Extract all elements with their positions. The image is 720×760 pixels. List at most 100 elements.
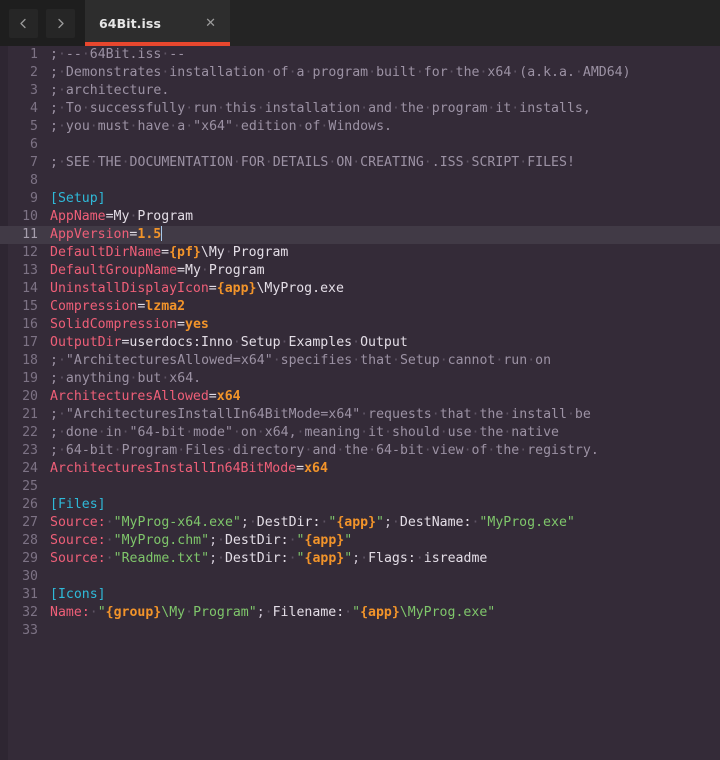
line-number: 22 — [22, 425, 38, 440]
line-number: 9 — [30, 191, 38, 206]
code-lines[interactable]: 1 ;·--·64Bit.iss·-- 2 ;·Demonstrates·instal… — [0, 46, 720, 760]
code-line[interactable]: 21 ;·"ArchitecturesInstallIn64BitMode=x64… — [0, 406, 720, 424]
line-source[interactable]: ;·Demonstrates·installation·of·a·program… — [38, 64, 720, 82]
code-line[interactable]: 15 Compression=lzma2 — [0, 298, 720, 316]
line-number: 27 — [22, 515, 38, 530]
line-number: 26 — [22, 497, 38, 512]
line-source[interactable]: [Files] — [38, 496, 720, 514]
code-line[interactable]: 18 ;·"ArchitecturesAllowed=x64"·specifies… — [0, 352, 720, 370]
line-number: 29 — [22, 551, 38, 566]
line-number: 1 — [30, 47, 38, 62]
line-source[interactable]: OutputDir=userdocs:Inno·Setup·Examples·O… — [38, 334, 720, 352]
code-line[interactable]: 22 ;·done·in·"64-bit·mode"·on·x64,·meanin… — [0, 424, 720, 442]
code-line[interactable]: 2 ;·Demonstrates·installation·of·a·progra… — [0, 64, 720, 82]
code-line[interactable]: 33 — [0, 622, 720, 640]
code-line[interactable]: 7 ;·SEE·THE·DOCUMENTATION·FOR·DETAILS·ON·… — [0, 154, 720, 172]
line-number: 30 — [22, 569, 38, 584]
code-line[interactable]: 11 AppVersion=1.5 — [0, 226, 720, 244]
line-number: 28 — [22, 533, 38, 548]
code-line[interactable]: 27 Source:·"MyProg-x64.exe";·DestDir:·"{a… — [0, 514, 720, 532]
code-line[interactable]: 20 ArchitecturesAllowed=x64 — [0, 388, 720, 406]
line-number: 5 — [30, 119, 38, 134]
code-line[interactable]: 19 ;·anything·but·x64. — [0, 370, 720, 388]
line-source[interactable]: Source:·"MyProg-x64.exe";·DestDir:·"{app… — [38, 514, 720, 532]
line-source[interactable]: ;·done·in·"64-bit·mode"·on·x64,·meaning·… — [38, 424, 720, 442]
line-source[interactable]: ;·64-bit·Program·Files·directory·and·the… — [38, 442, 720, 460]
line-number: 14 — [22, 281, 38, 296]
line-source[interactable] — [38, 478, 720, 496]
code-line[interactable]: 8 — [0, 172, 720, 190]
line-number: 19 — [22, 371, 38, 386]
line-number: 6 — [30, 137, 38, 152]
code-line[interactable]: 4 ;·To·successfully·run·this·installation… — [0, 100, 720, 118]
line-source[interactable]: ArchitecturesAllowed=x64 — [38, 388, 720, 406]
line-number: 16 — [22, 317, 38, 332]
tab-bar: 64Bit.iss ✕ — [0, 0, 720, 46]
navigation-buttons — [0, 0, 75, 46]
line-source[interactable]: ;·--·64Bit.iss·-- — [38, 46, 720, 64]
code-line[interactable]: 12 DefaultDirName={pf}\My·Program — [0, 244, 720, 262]
line-source[interactable]: ;·anything·but·x64. — [38, 370, 720, 388]
line-source[interactable]: Source:·"MyProg.chm";·DestDir:·"{app}" — [38, 532, 720, 550]
text-cursor — [160, 226, 162, 241]
line-source[interactable]: UninstallDisplayIcon={app}\MyProg.exe — [38, 280, 720, 298]
line-number: 2 — [30, 65, 38, 80]
line-source[interactable]: [Icons] — [38, 586, 720, 604]
back-button[interactable] — [9, 8, 38, 38]
line-source[interactable]: DefaultDirName={pf}\My·Program — [38, 244, 720, 262]
tab-bar-empty-area — [230, 0, 720, 46]
tab-64bit-iss[interactable]: 64Bit.iss ✕ — [85, 0, 230, 46]
line-number: 18 — [22, 353, 38, 368]
line-source[interactable] — [38, 622, 720, 640]
line-number: 11 — [22, 227, 38, 242]
line-source[interactable]: [Setup] — [38, 190, 720, 208]
line-number: 20 — [22, 389, 38, 404]
line-source[interactable]: AppVersion=1.5 — [38, 226, 720, 244]
line-source[interactable]: Compression=lzma2 — [38, 298, 720, 316]
close-icon[interactable]: ✕ — [203, 15, 218, 32]
line-number: 3 — [30, 83, 38, 98]
line-source[interactable]: ;·architecture. — [38, 82, 720, 100]
code-line[interactable]: 32 Name:·"{group}\My·Program";·Filename:·… — [0, 604, 720, 622]
line-number: 25 — [22, 479, 38, 494]
line-number: 24 — [22, 461, 38, 476]
line-number: 17 — [22, 335, 38, 350]
line-source[interactable]: ArchitecturesInstallIn64BitMode=x64 — [38, 460, 720, 478]
line-source[interactable] — [38, 136, 720, 154]
chevron-right-icon — [54, 17, 67, 30]
code-line[interactable]: 16 SolidCompression=yes — [0, 316, 720, 334]
line-number: 21 — [22, 407, 38, 422]
line-source[interactable]: ;·To·successfully·run·this·installation·… — [38, 100, 720, 118]
line-source[interactable]: ;·"ArchitecturesInstallIn64BitMode=x64"·… — [38, 406, 720, 424]
code-line[interactable]: 23 ;·64-bit·Program·Files·directory·and·t… — [0, 442, 720, 460]
code-line[interactable]: 29 Source:·"Readme.txt";·DestDir:·"{app}"… — [0, 550, 720, 568]
line-source[interactable]: ;·"ArchitecturesAllowed=x64"·specifies·t… — [38, 352, 720, 370]
code-line[interactable]: 6 — [0, 136, 720, 154]
code-line[interactable]: 1 ;·--·64Bit.iss·-- — [0, 46, 720, 64]
line-source[interactable]: ;·SEE·THE·DOCUMENTATION·FOR·DETAILS·ON·C… — [38, 154, 720, 172]
code-line[interactable]: 26 [Files] — [0, 496, 720, 514]
line-source[interactable] — [38, 568, 720, 586]
code-line[interactable]: 10 AppName=My·Program — [0, 208, 720, 226]
code-line[interactable]: 17 OutputDir=userdocs:Inno·Setup·Examples… — [0, 334, 720, 352]
code-line[interactable]: 3 ;·architecture. — [0, 82, 720, 100]
code-line[interactable]: 9 [Setup] — [0, 190, 720, 208]
code-line[interactable]: 13 DefaultGroupName=My·Program — [0, 262, 720, 280]
code-line[interactable]: 28 Source:·"MyProg.chm";·DestDir:·"{app}" — [0, 532, 720, 550]
code-editor[interactable]: 1 ;·--·64Bit.iss·-- 2 ;·Demonstrates·instal… — [0, 46, 720, 760]
code-line[interactable]: 14 UninstallDisplayIcon={app}\MyProg.exe — [0, 280, 720, 298]
code-line[interactable]: 30 — [0, 568, 720, 586]
line-source[interactable] — [38, 172, 720, 190]
line-number: 8 — [30, 173, 38, 188]
forward-button[interactable] — [46, 8, 75, 38]
code-line[interactable]: 5 ;·you·must·have·a·"x64"·edition·of·Wind… — [0, 118, 720, 136]
line-source[interactable]: AppName=My·Program — [38, 208, 720, 226]
code-line[interactable]: 31 [Icons] — [0, 586, 720, 604]
line-source[interactable]: Source:·"Readme.txt";·DestDir:·"{app}";·… — [38, 550, 720, 568]
code-line[interactable]: 24 ArchitecturesInstallIn64BitMode=x64 — [0, 460, 720, 478]
line-source[interactable]: SolidCompression=yes — [38, 316, 720, 334]
line-source[interactable]: DefaultGroupName=My·Program — [38, 262, 720, 280]
line-source[interactable]: Name:·"{group}\My·Program";·Filename:·"{… — [38, 604, 720, 622]
code-line[interactable]: 25 — [0, 478, 720, 496]
line-source[interactable]: ;·you·must·have·a·"x64"·edition·of·Windo… — [38, 118, 720, 136]
